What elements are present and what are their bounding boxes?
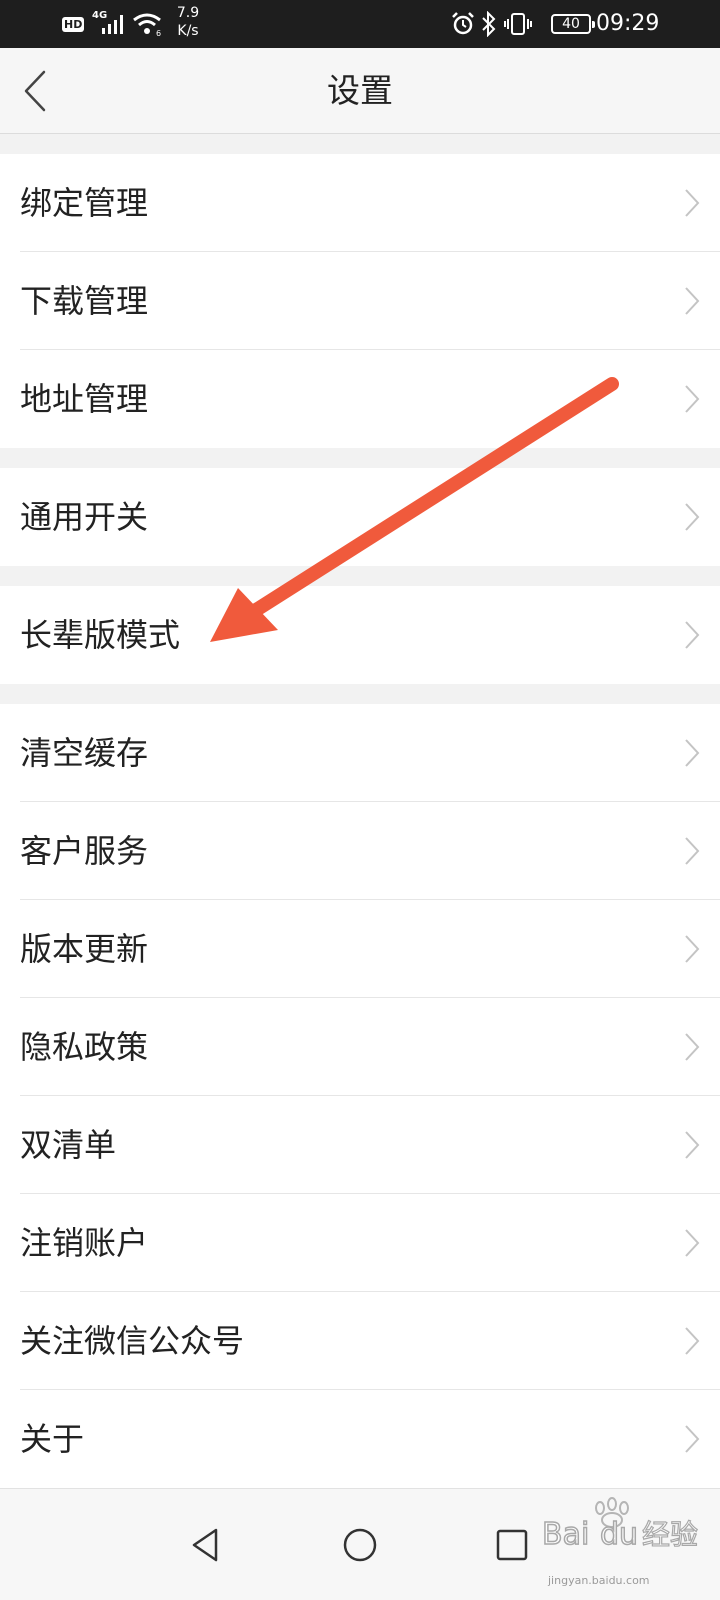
watermark-url: jingyan.baidu.com <box>548 1574 650 1587</box>
settings-item-address-management[interactable]: 地址管理 <box>0 350 720 448</box>
settings-item-clear-cache[interactable]: 清空缓存 <box>0 704 720 802</box>
settings-item-label: 版本更新 <box>20 930 149 968</box>
settings-item-general-switch[interactable]: 通用开关 <box>0 468 720 566</box>
battery-indicator: 40 <box>551 14 595 34</box>
settings-item-download-management[interactable]: 下载管理 <box>0 252 720 350</box>
hd-badge: HD <box>62 16 85 32</box>
chevron-right-icon <box>685 935 700 963</box>
chevron-right-icon <box>685 287 700 315</box>
chevron-right-icon <box>685 1327 700 1355</box>
settings-group-elder-mode: 长辈版模式 <box>0 586 720 684</box>
settings-item-label: 双清单 <box>20 1126 117 1164</box>
header: 设置 <box>0 48 720 134</box>
settings-item-cancel-account[interactable]: 注销账户 <box>0 1194 720 1292</box>
settings-item-label: 通用开关 <box>20 498 149 536</box>
settings-item-label: 隐私政策 <box>20 1028 149 1066</box>
settings-item-label: 绑定管理 <box>20 184 149 222</box>
baidu-jingyan-watermark: Bai du 经验 <box>542 1497 699 1553</box>
status-bar: HD 4G 6 7.9 K/s 40 09:29 <box>0 0 720 48</box>
settings-item-elder-mode[interactable]: 长辈版模式 <box>0 586 720 684</box>
chevron-right-icon <box>685 385 700 413</box>
chevron-right-icon <box>685 503 700 531</box>
wifi-icon: 6 <box>133 13 161 36</box>
settings-group-misc: 清空缓存 客户服务 版本更新 隐私政策 双清单 注销账户 关注微信公众号 关于 <box>0 704 720 1488</box>
settings-item-dual-list[interactable]: 双清单 <box>0 1096 720 1194</box>
home-circle-icon[interactable] <box>338 1523 382 1567</box>
chevron-right-icon <box>685 1229 700 1257</box>
settings-item-label: 长辈版模式 <box>20 616 181 654</box>
settings-screen: HD 4G 6 7.9 K/s 40 09:29 设置 绑定管理 下载管理 地址… <box>0 0 720 1600</box>
settings-item-label: 关注微信公众号 <box>20 1322 245 1360</box>
svg-text:6: 6 <box>156 29 161 36</box>
settings-item-label: 关于 <box>20 1420 85 1458</box>
settings-item-label: 客户服务 <box>20 832 149 870</box>
chevron-right-icon <box>685 1425 700 1453</box>
network-speed: 7.9 K/s <box>176 5 200 39</box>
settings-item-bind-management[interactable]: 绑定管理 <box>0 154 720 252</box>
svg-text:Bai: Bai <box>542 1517 589 1552</box>
status-time: 09:29 <box>596 11 660 36</box>
settings-item-privacy-policy[interactable]: 隐私政策 <box>0 998 720 1096</box>
chevron-right-icon <box>685 189 700 217</box>
page-title: 设置 <box>327 71 393 110</box>
settings-item-follow-wechat[interactable]: 关注微信公众号 <box>0 1292 720 1390</box>
chevron-right-icon <box>685 837 700 865</box>
settings-item-about[interactable]: 关于 <box>0 1390 720 1488</box>
settings-group-accounts: 绑定管理 下载管理 地址管理 <box>0 154 720 448</box>
signal-icon <box>102 15 123 34</box>
chevron-right-icon <box>685 739 700 767</box>
settings-item-label: 地址管理 <box>20 380 149 418</box>
settings-item-label: 下载管理 <box>20 282 149 320</box>
settings-group-general: 通用开关 <box>0 468 720 566</box>
vibrate-icon <box>504 13 532 35</box>
settings-item-label: 清空缓存 <box>20 734 149 772</box>
settings-item-customer-service[interactable]: 客户服务 <box>0 802 720 900</box>
chevron-right-icon <box>685 1131 700 1159</box>
svg-text:du: du <box>600 1517 638 1552</box>
svg-text:经验: 经验 <box>642 1518 698 1551</box>
back-triangle-icon[interactable] <box>184 1523 228 1567</box>
recents-square-icon[interactable] <box>490 1523 534 1567</box>
bluetooth-icon <box>482 11 496 37</box>
settings-item-label: 注销账户 <box>20 1224 149 1262</box>
chevron-right-icon <box>685 1033 700 1061</box>
chevron-right-icon <box>685 621 700 649</box>
settings-item-version-update[interactable]: 版本更新 <box>0 900 720 998</box>
alarm-icon <box>452 12 474 35</box>
